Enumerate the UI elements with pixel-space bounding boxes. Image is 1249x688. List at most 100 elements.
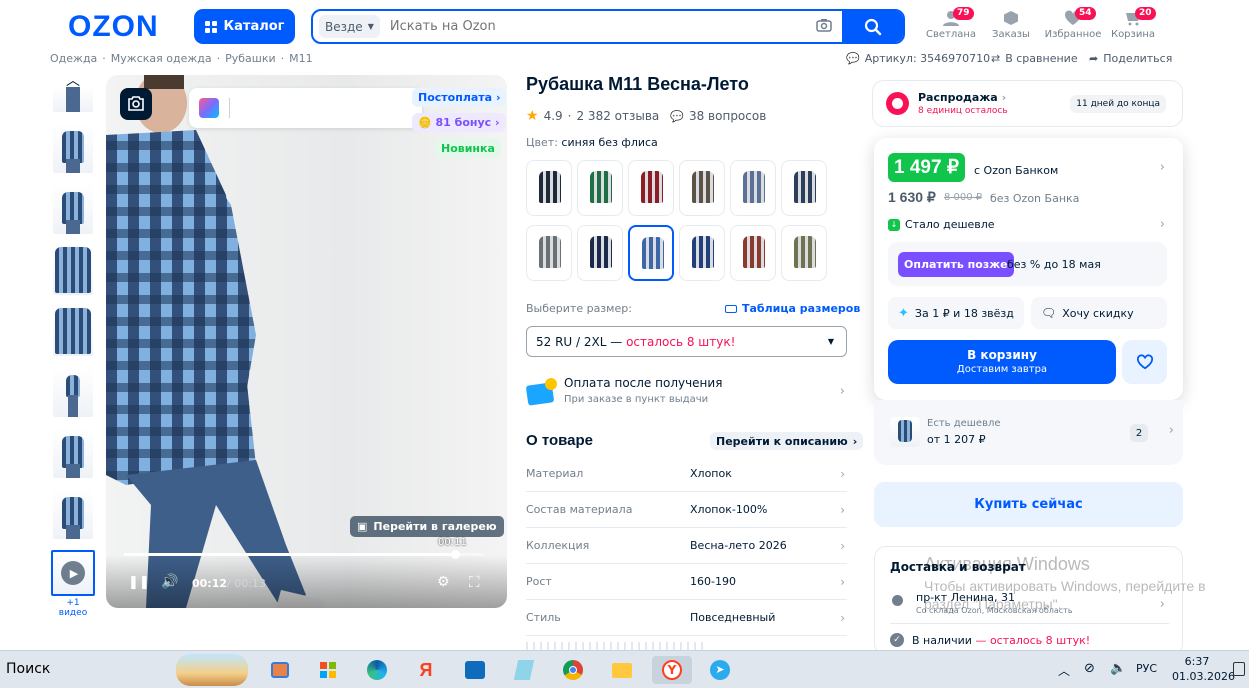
article-number[interactable]: 💬 Артикул: 3546970710	[846, 52, 990, 65]
pay-later-button[interactable]: Оплатить позже	[898, 252, 1014, 277]
speaker-icon[interactable]: 🔈	[1110, 661, 1126, 676]
clock[interactable]: 6:37 01.03.2026	[1172, 654, 1235, 684]
outlook-icon[interactable]	[460, 656, 490, 684]
language-indicator[interactable]: РУС	[1136, 662, 1157, 675]
nav-cart[interactable]: 20 Корзина	[1103, 7, 1163, 40]
share-icon: ➦	[1089, 52, 1099, 65]
spec-row[interactable]: Состав материала Хлопок-100% ›	[526, 492, 847, 528]
breadcrumb-item[interactable]: M11	[289, 52, 313, 65]
color-swatch[interactable]	[577, 160, 623, 216]
file-explorer-icon[interactable]	[607, 656, 637, 684]
want-discount-button[interactable]: 🗨 Хочу скидку	[1031, 297, 1167, 329]
catalog-button[interactable]: Каталог	[194, 9, 295, 44]
size-table-link[interactable]: Таблица размеров	[725, 302, 860, 315]
swatch-shirt-image	[743, 171, 765, 203]
edge-icon[interactable]	[362, 656, 392, 684]
color-swatch[interactable]	[730, 160, 776, 216]
old-price: 8 000 ₽	[944, 192, 983, 203]
nav-orders[interactable]: Заказы	[981, 10, 1041, 40]
search-button[interactable]	[842, 11, 903, 42]
notes-app-icon[interactable]	[509, 656, 539, 684]
color-swatch[interactable]	[628, 160, 674, 216]
gallery-button[interactable]: ▣ Перейти в галерею	[350, 516, 504, 537]
compare-link[interactable]: ⇄ В сравнение	[991, 52, 1078, 65]
stars-offer-button[interactable]: ✦ За 1 ₽ и 18 звёзд	[888, 297, 1024, 329]
thumbnail[interactable]	[53, 123, 93, 173]
visual-search-icon[interactable]	[120, 88, 152, 120]
thumbnail[interactable]	[53, 184, 93, 234]
pay-later-row[interactable]: Оплатить позже без % до 18 мая	[888, 242, 1167, 286]
postpay-info[interactable]: Оплата после получения При заказе в пунк…	[525, 376, 847, 412]
spec-row[interactable]: Коллекция Весна-лето 2026 ›	[526, 528, 847, 564]
color-swatch[interactable]	[781, 225, 827, 281]
breadcrumb-item[interactable]: Рубашки	[225, 52, 276, 65]
taskbar-search[interactable]: Поиск	[6, 661, 50, 677]
camera-icon[interactable]	[816, 17, 832, 36]
volume-icon[interactable]: 🔊	[161, 574, 178, 590]
cheaper-offers[interactable]: Есть дешевле от 1 207 ₽ 2 ›	[874, 400, 1183, 465]
color-swatch[interactable]	[679, 225, 725, 281]
spec-row[interactable]: Рост 160-190 ›	[526, 564, 847, 600]
settings-gear-icon[interactable]: ⚙	[437, 574, 450, 590]
color-swatch[interactable]	[730, 225, 776, 281]
media-app-icon[interactable]	[265, 656, 295, 684]
color-swatch[interactable]	[526, 160, 572, 216]
video-thumbnail[interactable]: ▶	[51, 550, 95, 596]
store-icon[interactable]	[313, 656, 343, 684]
yandex-browser-icon[interactable]: Я	[411, 656, 441, 684]
ozon-logo[interactable]: OZON	[68, 10, 159, 44]
share-link[interactable]: ➦ Поделиться	[1089, 52, 1172, 65]
add-to-cart-button[interactable]: В корзину Доставим завтра	[888, 340, 1116, 384]
thumbnail[interactable]	[53, 306, 93, 356]
windows-taskbar: Поиск Я Y ➤ ︿ ⊘ 🔈 РУС 6:37 01.03.2026	[0, 650, 1249, 688]
search-scope-select[interactable]: Везде ▼	[319, 15, 380, 38]
thumbnail[interactable]	[53, 87, 93, 112]
sale-banner[interactable]: Распродажа › 8 единиц осталось 11 дней д…	[872, 80, 1183, 127]
in-stock-label: В наличии	[912, 633, 972, 647]
notifications-icon[interactable]	[1233, 662, 1245, 676]
new-tag: Новинка	[435, 139, 501, 158]
spec-row[interactable]: Стиль Повседневный ›	[526, 600, 847, 636]
thumbnail[interactable]	[53, 367, 93, 417]
buy-now-button[interactable]: Купить сейчас	[874, 482, 1183, 527]
thumbnail[interactable]	[53, 489, 93, 539]
favorite-button[interactable]	[1122, 340, 1167, 384]
chevron-up-icon[interactable]: ︿	[1058, 662, 1070, 679]
nav-profile[interactable]: 79 Светлана	[921, 7, 981, 40]
color-swatch[interactable]	[628, 225, 674, 281]
search-highlight-image[interactable]	[176, 654, 248, 686]
telegram-icon[interactable]: ➤	[705, 656, 735, 684]
size-select[interactable]: 52 RU / 2XL — осталось 8 штук! ▼	[526, 326, 847, 357]
more-video-label[interactable]: +1 видео	[51, 598, 95, 618]
assistant-popup[interactable]	[189, 88, 422, 128]
pause-icon[interactable]: ❚❚	[128, 575, 150, 590]
product-video[interactable]: Постоплата › 🪙 81 бонус › Новинка ▣ Перей…	[106, 75, 507, 608]
bonus-tag[interactable]: 🪙 81 бонус ›	[412, 113, 506, 132]
nav-favorites[interactable]: 54 Избранное	[1043, 7, 1103, 40]
color-swatch[interactable]	[577, 225, 623, 281]
color-swatch[interactable]	[781, 160, 827, 216]
price-drop[interactable]: ↓ Стало дешевле	[888, 218, 995, 231]
to-description-button[interactable]: Перейти к описанию ›	[710, 432, 864, 450]
questions-link[interactable]: 38 вопросов	[689, 109, 766, 123]
thumbnail[interactable]	[53, 428, 93, 478]
swatch-shirt-image	[692, 236, 714, 268]
progress-handle[interactable]	[451, 550, 461, 559]
color-swatch[interactable]	[679, 160, 725, 216]
chevron-right-icon[interactable]: ›	[1160, 160, 1165, 175]
postpay-tag[interactable]: Постоплата ›	[412, 88, 507, 107]
color-swatch[interactable]	[526, 225, 572, 281]
network-off-icon[interactable]: ⊘	[1084, 661, 1095, 676]
breadcrumb-item[interactable]: Одежда	[50, 52, 97, 65]
chrome-icon[interactable]	[558, 656, 588, 684]
search-input[interactable]	[379, 19, 816, 34]
yandex-active-icon[interactable]: Y	[652, 656, 692, 684]
fullscreen-icon[interactable]: ⛶	[469, 573, 480, 591]
search-scope-label: Везде	[325, 19, 363, 34]
thumbnail[interactable]	[53, 245, 93, 295]
chevron-down-icon: ▼	[367, 22, 374, 31]
reviews-link[interactable]: 2 382 отзыва	[576, 109, 659, 123]
progress-track[interactable]	[124, 550, 484, 559]
spec-row[interactable]: Материал Хлопок ›	[526, 456, 847, 492]
breadcrumb-item[interactable]: Мужская одежда	[111, 52, 212, 65]
